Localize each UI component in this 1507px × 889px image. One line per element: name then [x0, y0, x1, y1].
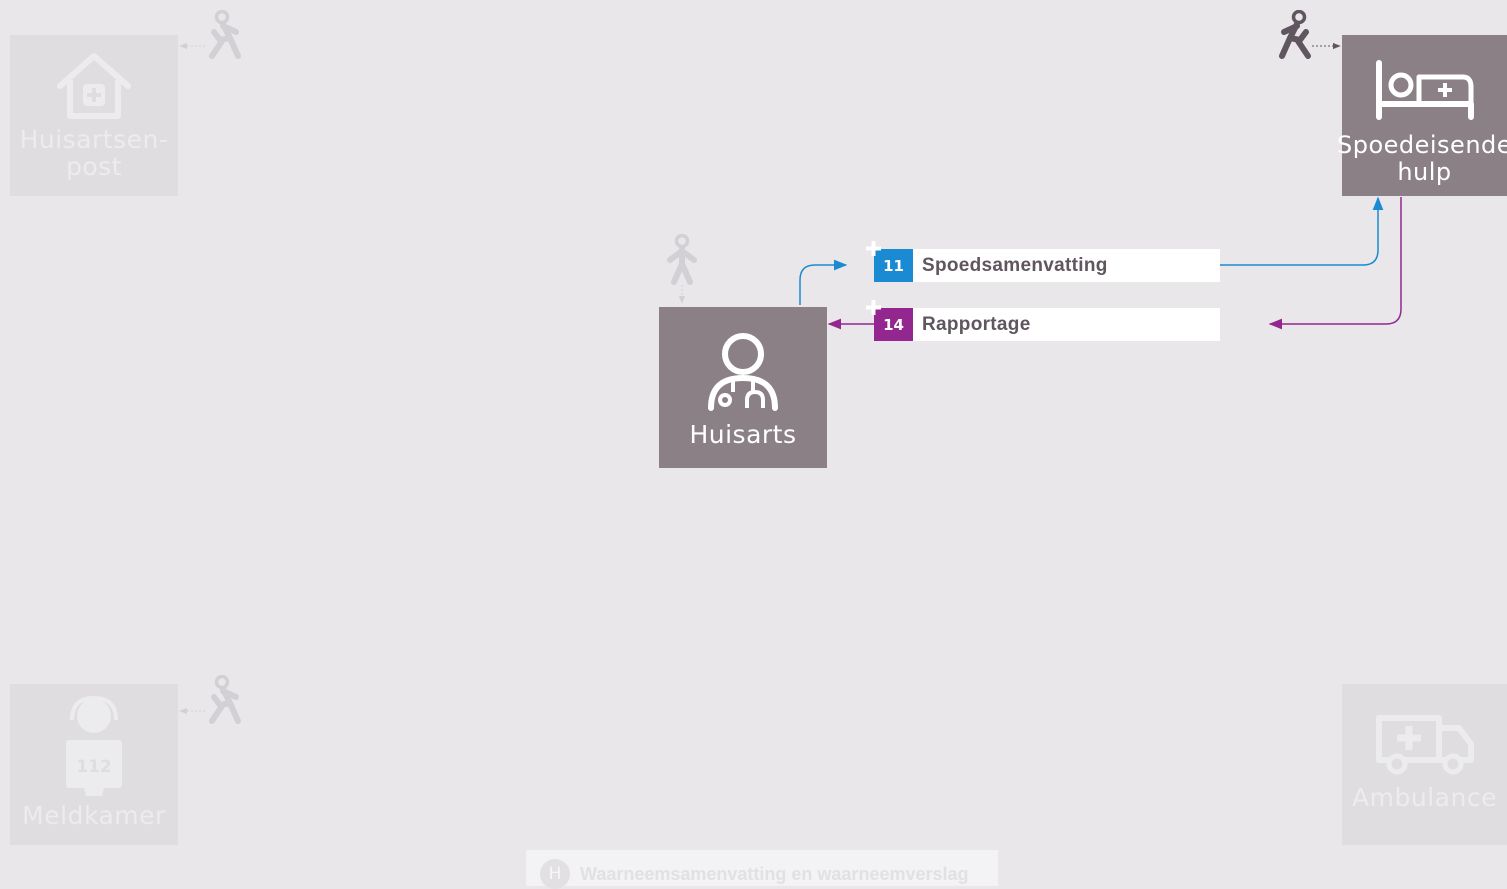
message-number-badge: 14 [866, 300, 913, 341]
node-meldkamer[interactable]: 112 Meldkamer [10, 684, 178, 845]
message-label: Spoedsamenvatting [922, 254, 1108, 276]
node-label: Huisartsen- post [19, 125, 169, 181]
node-label: Meldkamer [22, 801, 166, 830]
flow-line-spoedsamenvatting-out [1220, 196, 1384, 266]
node-ambulance[interactable]: Ambulance [1342, 684, 1507, 845]
node-huisartsenpost[interactable]: Huisartsen- post [10, 35, 178, 196]
message-rapportage[interactable]: 14 Rapportage [866, 300, 1220, 341]
dispatcher-112-icon: 112 [66, 695, 122, 796]
patient-walking-icon [667, 234, 697, 285]
message-label: Rapportage [922, 313, 1031, 335]
message-number: 14 [883, 315, 904, 334]
hospital-bed-icon [1375, 60, 1474, 120]
patient-walking-icon [209, 10, 241, 59]
patient-walking-icon [1279, 10, 1311, 59]
message-number-badge: 11 [866, 241, 913, 282]
doctor-icon [708, 333, 778, 411]
h-badge-icon: H [540, 859, 570, 889]
message-waarneemsamenvatting[interactable]: H Waarneemsamenvatting en waarneemversla… [526, 850, 998, 889]
message-label: Waarneemsamenvatting en waarneemverslag [580, 863, 969, 884]
message-spoedsamenvatting[interactable]: 11 Spoedsamenvatting [866, 241, 1220, 282]
message-number: 11 [883, 256, 904, 275]
patient-walking-icon [209, 675, 241, 724]
house-plus-icon [57, 53, 131, 119]
node-label: Huisarts [689, 420, 797, 449]
node-spoedeisende-hulp[interactable]: Spoedeisende hulp [1337, 35, 1507, 196]
node-huisarts[interactable]: Huisarts [659, 307, 827, 468]
flow-line-rapportage-in [1268, 197, 1402, 330]
node-label: Ambulance [1352, 783, 1497, 812]
flow-line-spoedsamenvatting-in [799, 259, 848, 305]
screen-112-text: 112 [76, 757, 112, 777]
ambulance-icon [1375, 715, 1474, 775]
plus-icon [866, 300, 881, 315]
plus-icon [866, 241, 881, 256]
node-label: Spoedeisende hulp [1336, 131, 1507, 186]
